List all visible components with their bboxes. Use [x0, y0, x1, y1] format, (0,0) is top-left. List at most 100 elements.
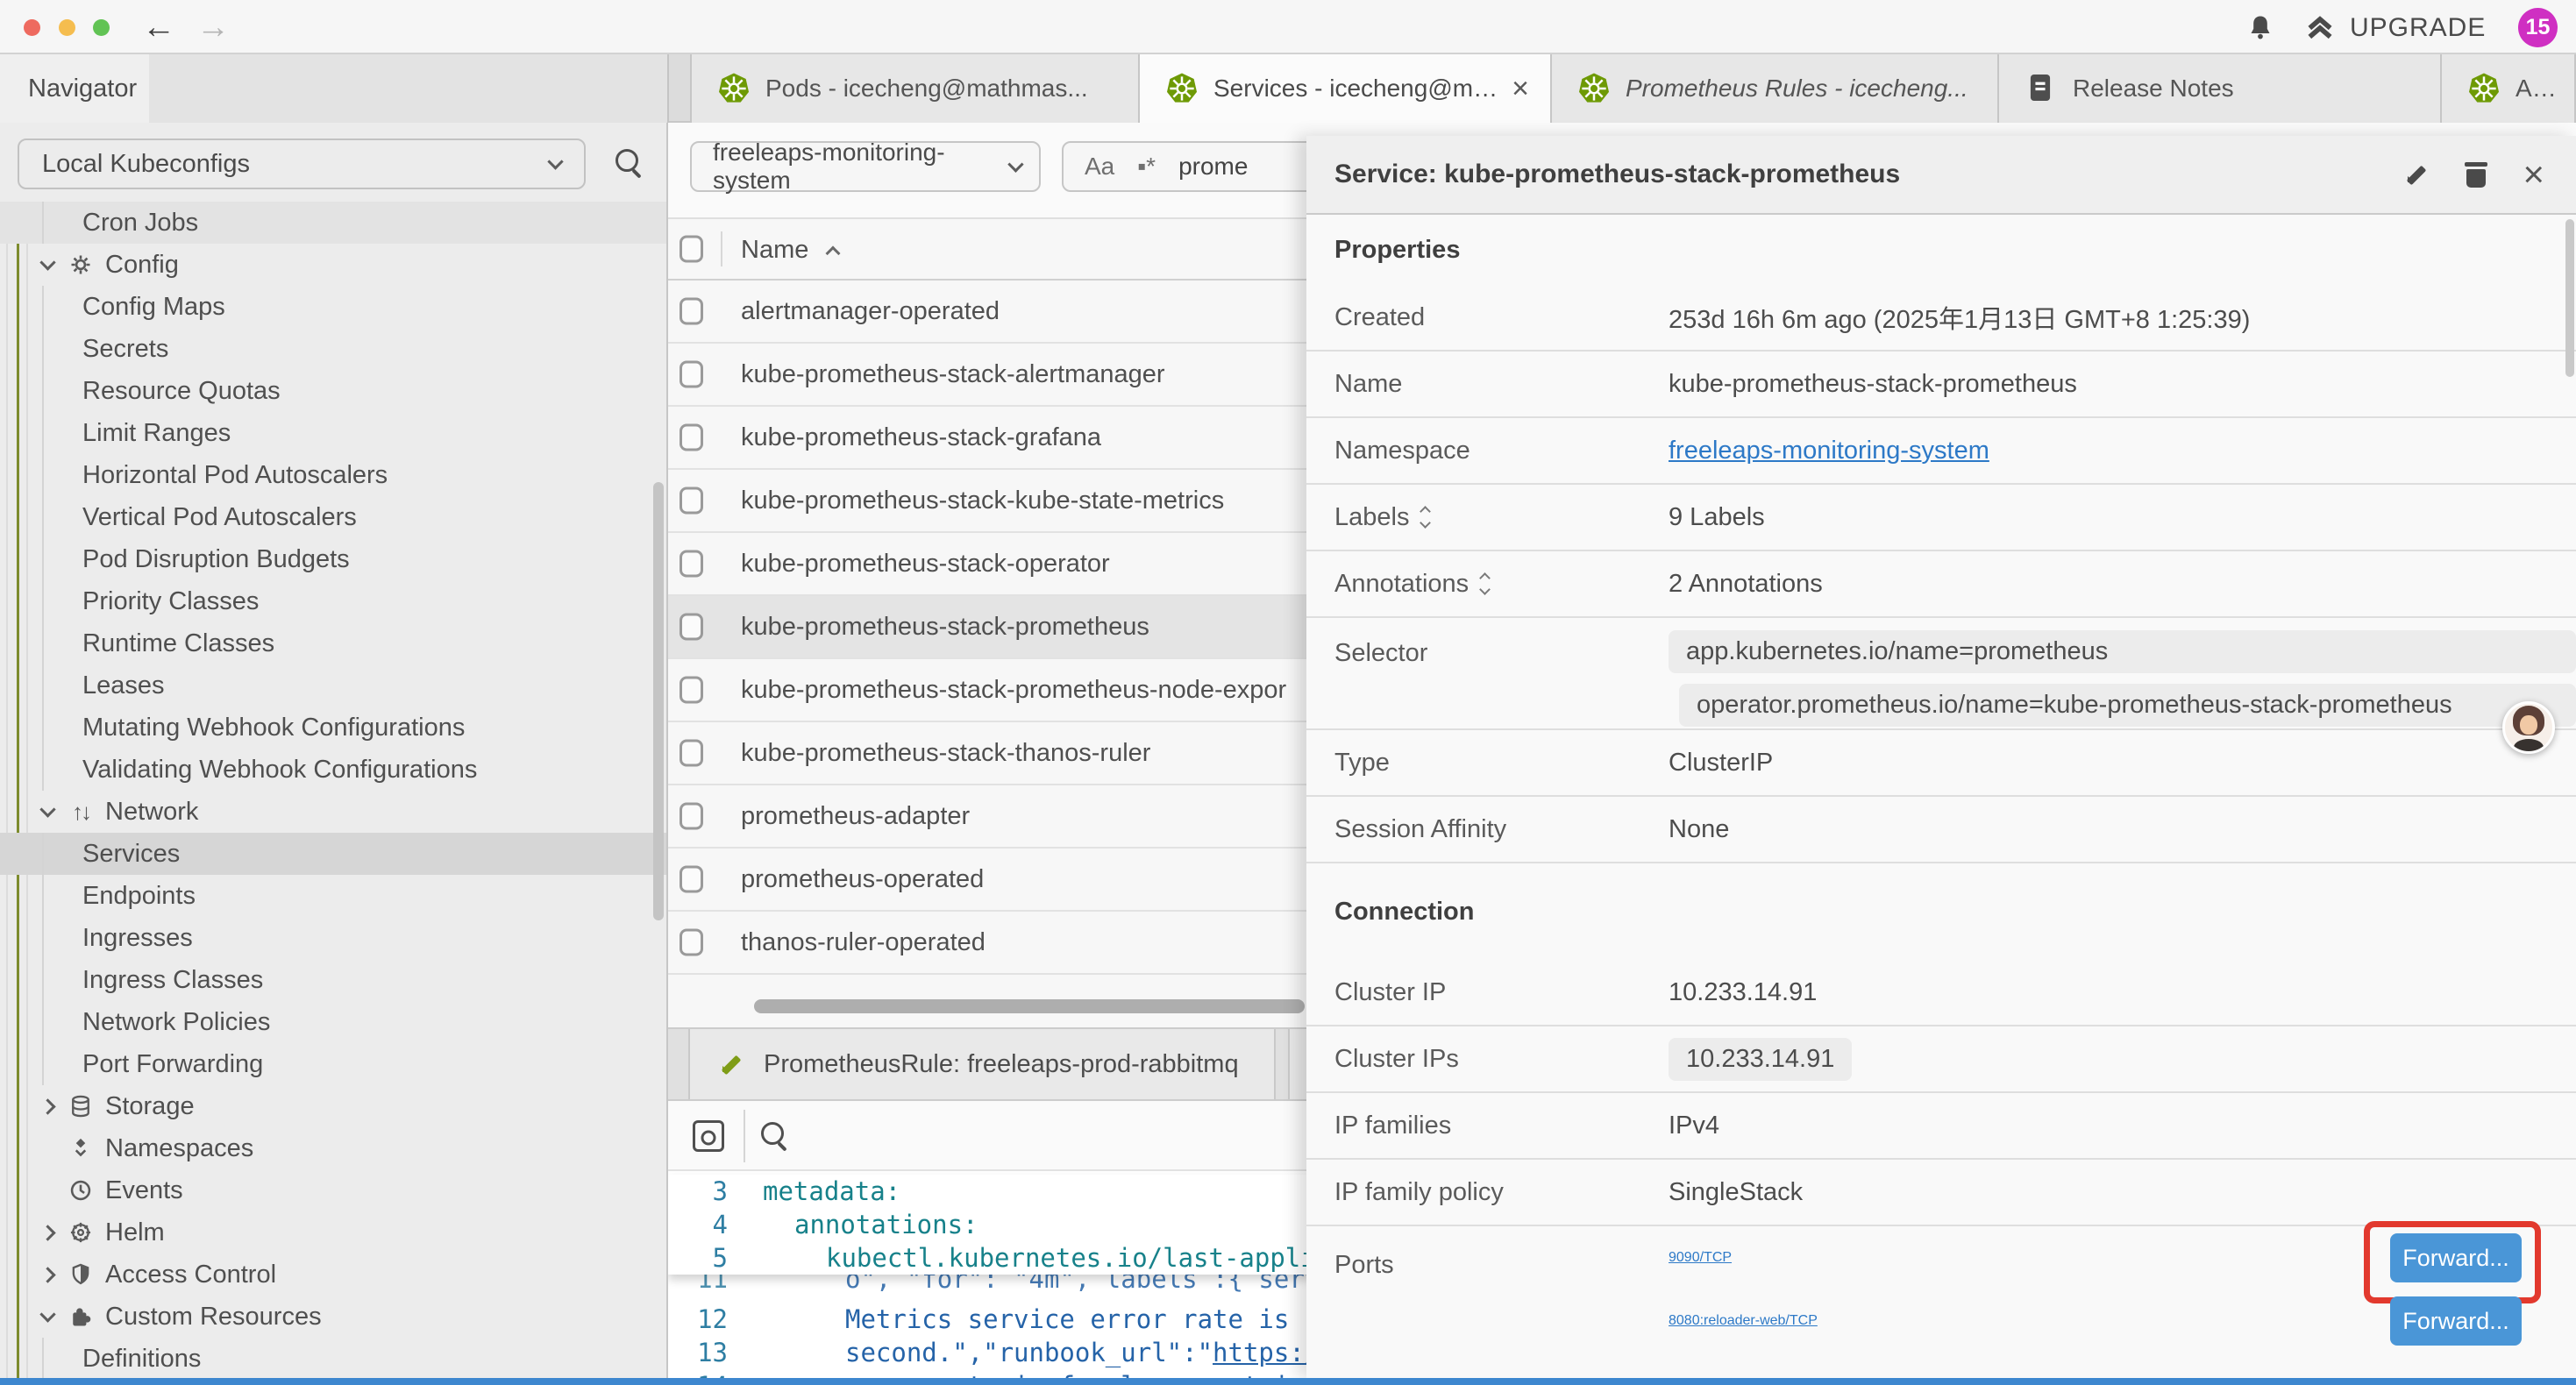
- sidebar-item[interactable]: Limit Ranges: [0, 412, 668, 454]
- navigator-panel-tab[interactable]: Navigator: [0, 54, 149, 123]
- sidebar-item[interactable]: Cron Jobs: [0, 202, 668, 244]
- resource-tab[interactable]: Prometheus Rules - icecheng...: [1552, 54, 1999, 123]
- maximize-window-button[interactable]: [93, 19, 110, 36]
- sidebar-item[interactable]: Resource Quotas: [0, 370, 668, 412]
- resource-tab[interactable]: Services - icecheng@math... ×: [1140, 54, 1552, 123]
- sidebar-item[interactable]: Vertical Pod Autoscalers: [0, 496, 668, 538]
- close-window-button[interactable]: [24, 19, 40, 36]
- row-checkbox[interactable]: [680, 487, 703, 515]
- expand-collapse-icon[interactable]: [1481, 574, 1489, 593]
- expander-chevron-icon[interactable]: [39, 1225, 55, 1240]
- sidebar-item-label: Config: [105, 251, 179, 280]
- properties-section-title: Properties: [1306, 215, 2576, 285]
- property-value: 253d 16h 6m ago (2025年1月13日 GMT+8 1:25:3…: [1669, 299, 2576, 336]
- back-arrow-icon[interactable]: ←: [142, 5, 175, 49]
- kind-icon: [68, 1346, 93, 1371]
- row-checkbox[interactable]: [680, 866, 703, 893]
- save-icon[interactable]: [693, 1120, 724, 1152]
- sidebar-item[interactable]: Ingress Classes: [0, 959, 668, 1001]
- upgrade-button[interactable]: UPGRADE: [2302, 11, 2486, 46]
- sidebar-item[interactable]: Validating Webhook Configurations: [0, 749, 668, 791]
- select-all-checkbox[interactable]: [680, 236, 703, 263]
- sidebar-item[interactable]: Config Maps: [0, 286, 668, 328]
- kind-icon: [68, 547, 93, 572]
- property-row-session-affinity: Session Affinity None: [1306, 797, 2576, 863]
- minimize-window-button[interactable]: [59, 19, 75, 36]
- resource-tab[interactable]: Pods - icecheng@mathmas...: [690, 54, 1140, 123]
- sidebar-item-label: Resource Quotas: [82, 377, 281, 406]
- row-checkbox[interactable]: [680, 803, 703, 830]
- expander-chevron-icon[interactable]: [39, 801, 55, 817]
- sidebar-item[interactable]: Runtime Classes: [0, 622, 668, 664]
- editor-tab[interactable]: PrometheusRule: freeleaps-prod-rabbitmq: [688, 1029, 1276, 1099]
- name-column-header[interactable]: Name: [741, 219, 838, 281]
- panel-scrollbar[interactable]: [2565, 219, 2574, 377]
- sidebar-item[interactable]: Endpoints: [0, 875, 668, 917]
- row-checkbox[interactable]: [680, 298, 703, 325]
- port-link[interactable]: 8080:reloader-web/TCP: [1669, 1313, 1818, 1329]
- account-badge[interactable]: 15: [2518, 8, 2558, 47]
- forward-port-button[interactable]: Forward...: [2390, 1296, 2522, 1346]
- sidebar-item[interactable]: ↑↓ Network: [0, 791, 668, 833]
- kubeconfig-selector[interactable]: Local Kubeconfigs: [18, 138, 586, 189]
- sidebar-item[interactable]: Mutating Webhook Configurations: [0, 707, 668, 749]
- expander-chevron-icon[interactable]: [39, 1306, 55, 1322]
- service-name: thanos-ruler-operated: [741, 928, 986, 957]
- sidebar-item[interactable]: Namespaces: [0, 1127, 668, 1169]
- tab-kind-icon: [1576, 71, 1612, 106]
- sidebar-scrollbar[interactable]: [653, 482, 664, 920]
- sidebar-item[interactable]: Priority Classes: [0, 580, 668, 622]
- sidebar-item[interactable]: Ingresses: [0, 917, 668, 959]
- forward-port-button[interactable]: Forward...: [2390, 1233, 2522, 1282]
- sidebar-item-label: Access Control: [105, 1261, 276, 1289]
- editor-search-icon[interactable]: [759, 1120, 791, 1152]
- row-checkbox[interactable]: [680, 929, 703, 956]
- annotations-count[interactable]: 2 Annotations: [1669, 570, 2576, 599]
- close-panel-icon[interactable]: ×: [2523, 156, 2544, 193]
- row-checkbox[interactable]: [680, 677, 703, 704]
- expand-collapse-icon[interactable]: [1421, 508, 1429, 527]
- property-value: SingleStack: [1669, 1178, 2576, 1207]
- row-checkbox[interactable]: [680, 550, 703, 578]
- assistant-avatar[interactable]: [2502, 701, 2555, 754]
- resource-tab[interactable]: Release Notes: [1999, 54, 2442, 123]
- row-checkbox[interactable]: [680, 740, 703, 767]
- match-case-toggle[interactable]: Aa: [1085, 153, 1114, 181]
- horizontal-scrollbar[interactable]: [754, 999, 1305, 1013]
- sidebar-item[interactable]: Network Policies: [0, 1001, 668, 1043]
- row-checkbox[interactable]: [680, 424, 703, 451]
- sidebar-item[interactable]: Helm: [0, 1211, 668, 1254]
- sidebar-item[interactable]: Port Forwarding: [0, 1043, 668, 1085]
- namespace-link[interactable]: freeleaps-monitoring-system: [1669, 437, 1989, 465]
- sidebar-item[interactable]: Services: [0, 833, 668, 875]
- sidebar-item[interactable]: Storage: [0, 1085, 668, 1127]
- edit-resource-icon[interactable]: [2402, 160, 2430, 188]
- port-link[interactable]: 9090/TCP: [1669, 1250, 1732, 1266]
- sidebar-item[interactable]: Horizontal Pod Autoscalers: [0, 454, 668, 496]
- row-checkbox[interactable]: [680, 614, 703, 641]
- resource-tab[interactable]: Argo Se: [2442, 54, 2576, 123]
- notifications-bell-icon[interactable]: [2245, 12, 2276, 44]
- sidebar-item-label: Leases: [82, 671, 165, 700]
- sidebar-item[interactable]: Events: [0, 1169, 668, 1211]
- sidebar-item[interactable]: Leases: [0, 664, 668, 707]
- property-value: None: [1669, 815, 2576, 844]
- sidebar-item[interactable]: Secrets: [0, 328, 668, 370]
- sidebar-item[interactable]: Pod Disruption Budgets: [0, 538, 668, 580]
- regex-toggle[interactable]: ▪*: [1137, 153, 1156, 181]
- expander-chevron-icon[interactable]: [39, 1098, 55, 1114]
- close-tab-icon[interactable]: ×: [1512, 74, 1529, 103]
- namespace-selector[interactable]: freeleaps-monitoring-system: [690, 141, 1041, 192]
- sidebar-item[interactable]: Definitions: [0, 1338, 668, 1378]
- expander-chevron-icon[interactable]: [39, 254, 55, 270]
- delete-resource-icon[interactable]: [2465, 160, 2487, 188]
- labels-count[interactable]: 9 Labels: [1669, 503, 2576, 532]
- name-filter-input[interactable]: Aa ▪* prome: [1062, 141, 1334, 192]
- sort-ascending-icon: [826, 246, 841, 261]
- expander-chevron-icon[interactable]: [39, 1267, 55, 1282]
- code-text: annotations:: [794, 1210, 978, 1239]
- sidebar-item[interactable]: Config: [0, 244, 668, 286]
- sidebar-item[interactable]: Access Control: [0, 1254, 668, 1296]
- row-checkbox[interactable]: [680, 361, 703, 388]
- sidebar-item[interactable]: Custom Resources: [0, 1296, 668, 1338]
